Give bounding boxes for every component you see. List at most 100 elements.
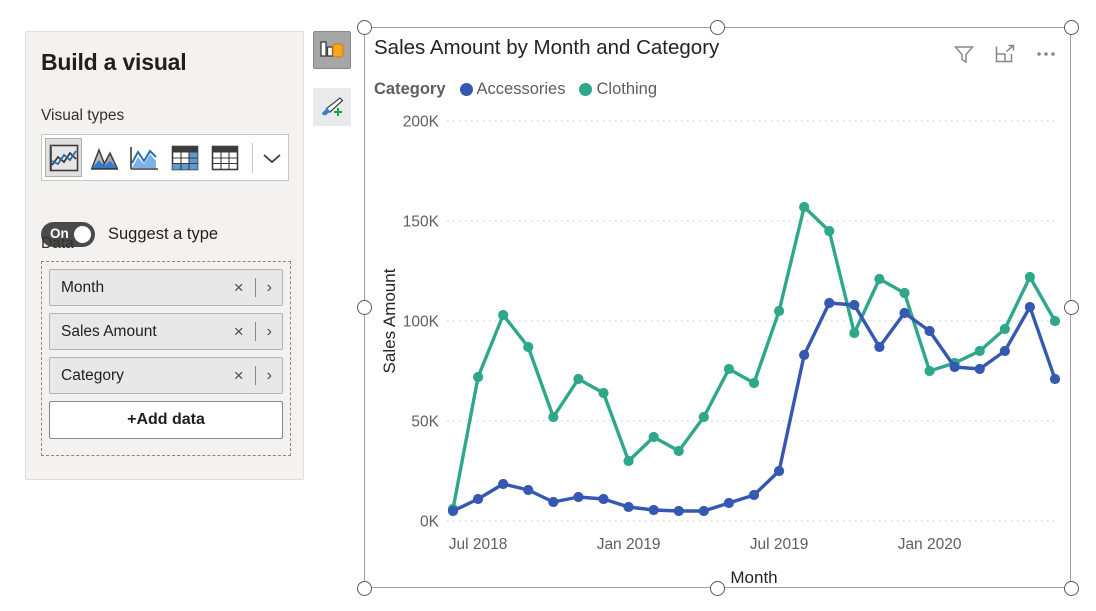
data-point-accessories[interactable] xyxy=(899,307,910,319)
data-point-accessories[interactable] xyxy=(974,363,985,375)
data-point-clothing[interactable] xyxy=(974,345,985,357)
data-point-clothing[interactable] xyxy=(623,455,634,467)
data-point-clothing[interactable] xyxy=(1024,271,1036,283)
field-pill-month[interactable]: Month × › xyxy=(49,269,283,306)
visual-container[interactable]: Sales Amount by Month and Category Categ… xyxy=(364,27,1071,588)
toggle-knob xyxy=(74,226,91,243)
visual-type-area-chart[interactable] xyxy=(85,138,122,177)
data-point-clothing[interactable] xyxy=(698,411,709,423)
data-point-clothing[interactable] xyxy=(573,373,584,385)
data-point-accessories[interactable] xyxy=(799,349,810,361)
data-point-clothing[interactable] xyxy=(673,445,684,457)
data-point-accessories[interactable] xyxy=(924,325,935,337)
resize-handle-middle-right[interactable] xyxy=(1064,300,1079,315)
data-point-clothing[interactable] xyxy=(598,387,609,399)
field-pill-actions: × › xyxy=(234,366,272,385)
expand-field-icon[interactable]: › xyxy=(267,323,272,340)
line-chart-icon xyxy=(49,144,78,171)
visual-type-matrix[interactable] xyxy=(166,138,203,177)
pill-divider xyxy=(254,366,256,385)
data-point-clothing[interactable] xyxy=(773,305,785,317)
remove-field-icon[interactable]: × xyxy=(234,323,244,340)
data-point-accessories[interactable] xyxy=(698,505,709,517)
pane-title: Build a visual xyxy=(41,49,187,75)
data-point-accessories[interactable] xyxy=(498,478,509,490)
chart-plot-area: 0K 50K 100K 150K 200K Jul 2018 Jan 2019 Jul 201… xyxy=(365,28,1072,589)
data-point-clothing[interactable] xyxy=(899,287,910,299)
field-pill-category[interactable]: Category × › xyxy=(49,357,283,394)
data-point-accessories[interactable] xyxy=(1024,301,1036,313)
format-paint-brush-icon xyxy=(322,97,344,116)
data-point-clothing[interactable] xyxy=(523,341,534,353)
build-visual-pane-button[interactable] xyxy=(313,31,351,69)
add-data-button[interactable]: +Add data xyxy=(49,401,283,439)
data-point-clothing[interactable] xyxy=(723,363,735,375)
data-point-clothing[interactable] xyxy=(472,371,484,383)
suggest-a-type-label: Suggest a type xyxy=(108,225,219,243)
data-point-clothing[interactable] xyxy=(999,323,1010,335)
field-name: Sales Amount xyxy=(61,322,157,340)
data-point-clothing[interactable] xyxy=(799,201,810,213)
data-point-accessories[interactable] xyxy=(573,491,584,503)
series-line-clothing xyxy=(451,205,1057,511)
visual-types-strip xyxy=(41,134,289,181)
resize-handle-middle-left[interactable] xyxy=(357,300,372,315)
resize-handle-bottom-left[interactable] xyxy=(357,581,372,596)
y-axis-tick-label: 200K xyxy=(403,114,440,131)
expand-field-icon[interactable]: › xyxy=(267,367,272,384)
data-point-accessories[interactable] xyxy=(447,505,459,517)
x-axis-tick-label: Jan 2020 xyxy=(898,536,962,553)
field-pill-sales-amount[interactable]: Sales Amount × › xyxy=(49,313,283,350)
data-point-accessories[interactable] xyxy=(999,345,1010,357)
data-point-accessories[interactable] xyxy=(598,493,609,505)
remove-field-icon[interactable]: × xyxy=(234,367,244,384)
data-point-accessories[interactable] xyxy=(748,489,760,501)
data-point-clothing[interactable] xyxy=(548,411,559,423)
build-visual-icon xyxy=(320,41,344,58)
data-point-accessories[interactable] xyxy=(874,341,885,353)
data-point-clothing[interactable] xyxy=(648,431,659,443)
data-point-accessories[interactable] xyxy=(673,505,684,517)
data-point-accessories[interactable] xyxy=(723,497,735,509)
data-point-clothing[interactable] xyxy=(748,377,760,389)
y-axis-tick-label: 0K xyxy=(420,514,440,531)
resize-handle-top-left[interactable] xyxy=(357,20,372,35)
x-axis-tick-label: Jan 2019 xyxy=(597,536,661,553)
resize-handle-bottom-right[interactable] xyxy=(1064,581,1079,596)
data-point-clothing[interactable] xyxy=(498,309,509,321)
data-point-accessories[interactable] xyxy=(523,484,534,496)
field-name: Month xyxy=(61,278,105,296)
data-point-clothing[interactable] xyxy=(824,225,835,237)
resize-handle-top-right[interactable] xyxy=(1064,20,1079,35)
data-point-accessories[interactable] xyxy=(949,361,960,373)
data-point-accessories[interactable] xyxy=(648,504,659,516)
visual-types-label: Visual types xyxy=(41,107,125,124)
y-axis-tick-label: 50K xyxy=(411,414,439,431)
data-point-accessories[interactable] xyxy=(623,501,634,513)
data-point-accessories[interactable] xyxy=(548,496,559,508)
more-visual-types-button[interactable] xyxy=(255,138,288,177)
data-point-accessories[interactable] xyxy=(773,465,785,477)
visual-type-line-chart[interactable] xyxy=(45,138,83,177)
x-axis-tick-label: Jul 2018 xyxy=(449,536,508,553)
expand-field-icon[interactable]: › xyxy=(267,279,272,296)
resize-handle-bottom-center[interactable] xyxy=(710,581,725,596)
matrix-icon xyxy=(171,145,198,170)
data-point-clothing[interactable] xyxy=(924,365,935,377)
data-fields-well[interactable]: Month × › Sales Amount × › Category × › … xyxy=(41,261,291,456)
data-point-clothing[interactable] xyxy=(849,327,860,339)
remove-field-icon[interactable]: × xyxy=(234,279,244,296)
x-axis-title: Month xyxy=(730,568,777,587)
visual-type-table[interactable] xyxy=(206,138,243,177)
format-visual-pane-button[interactable] xyxy=(313,88,351,126)
data-point-accessories[interactable] xyxy=(1049,373,1061,385)
data-point-clothing[interactable] xyxy=(1049,315,1061,327)
line-chart-svg: 0K 50K 100K 150K 200K Jul 2018 Jan 2019 Jul 201… xyxy=(380,114,1061,587)
resize-handle-top-center[interactable] xyxy=(710,20,725,35)
data-point-accessories[interactable] xyxy=(824,297,835,309)
visual-types-divider xyxy=(252,142,254,173)
data-point-accessories[interactable] xyxy=(472,493,484,505)
data-point-accessories[interactable] xyxy=(849,299,860,311)
data-point-clothing[interactable] xyxy=(874,273,885,285)
visual-type-line-and-area-chart[interactable] xyxy=(126,138,163,177)
